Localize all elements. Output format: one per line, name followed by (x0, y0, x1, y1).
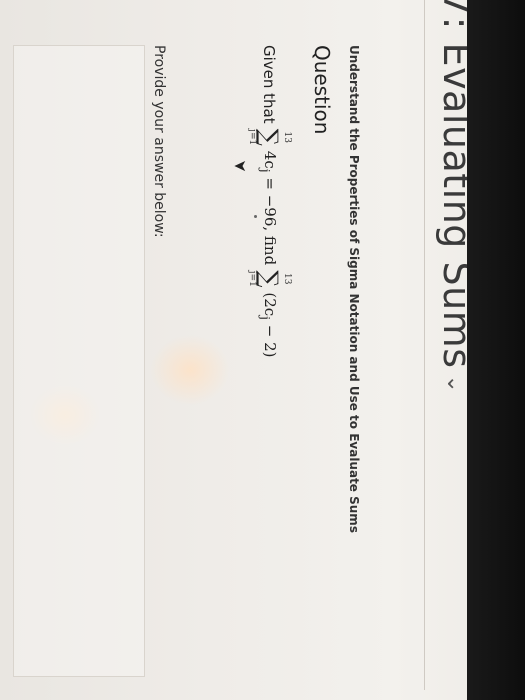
sum2-term: (2cj − 2) (259, 292, 280, 357)
summation-2: 13 ∑ j=1 (247, 270, 292, 288)
divider (424, 0, 425, 690)
sum2-term-text: (2c (261, 292, 280, 317)
question-heading: Question (310, 45, 334, 135)
sum1-term: 4cj = −96, find (259, 151, 280, 265)
sum2-tail: − 2) (261, 320, 280, 358)
dust-speck (254, 215, 257, 218)
monitor-bezel (467, 0, 525, 700)
sum-upper-limit: 13 (282, 131, 292, 143)
question-page: 7: Evaluating Sums⌄ Understand the Prope… (0, 0, 479, 700)
screen-photo: 7: Evaluating Sums⌄ Understand the Prope… (0, 0, 525, 700)
problem-statement: Given that 13 ∑ j=1 4cj = −96, find 13 ∑… (247, 45, 292, 358)
sum1-term-text: 4c (261, 150, 280, 169)
answer-prompt: Provide your answer below: (151, 45, 167, 238)
given-that-text: Given that (260, 45, 278, 124)
sum1-tail: = −96, find (261, 172, 280, 266)
sum-upper-limit: 13 (282, 273, 292, 285)
answer-input[interactable] (13, 45, 145, 677)
summation-1: 13 ∑ j=1 (247, 128, 292, 146)
sigma-icon: ∑ (255, 270, 283, 288)
mouse-pointer-icon: ➤ (233, 157, 247, 176)
sum-lower-limit: j=1 (247, 129, 257, 146)
breadcrumb: Understand the Properties of Sigma Notat… (347, 45, 361, 533)
sum-lower-limit: j=1 (247, 270, 257, 287)
chevron-down-icon[interactable]: ⌄ (442, 375, 467, 394)
sigma-icon: ∑ (255, 128, 283, 146)
